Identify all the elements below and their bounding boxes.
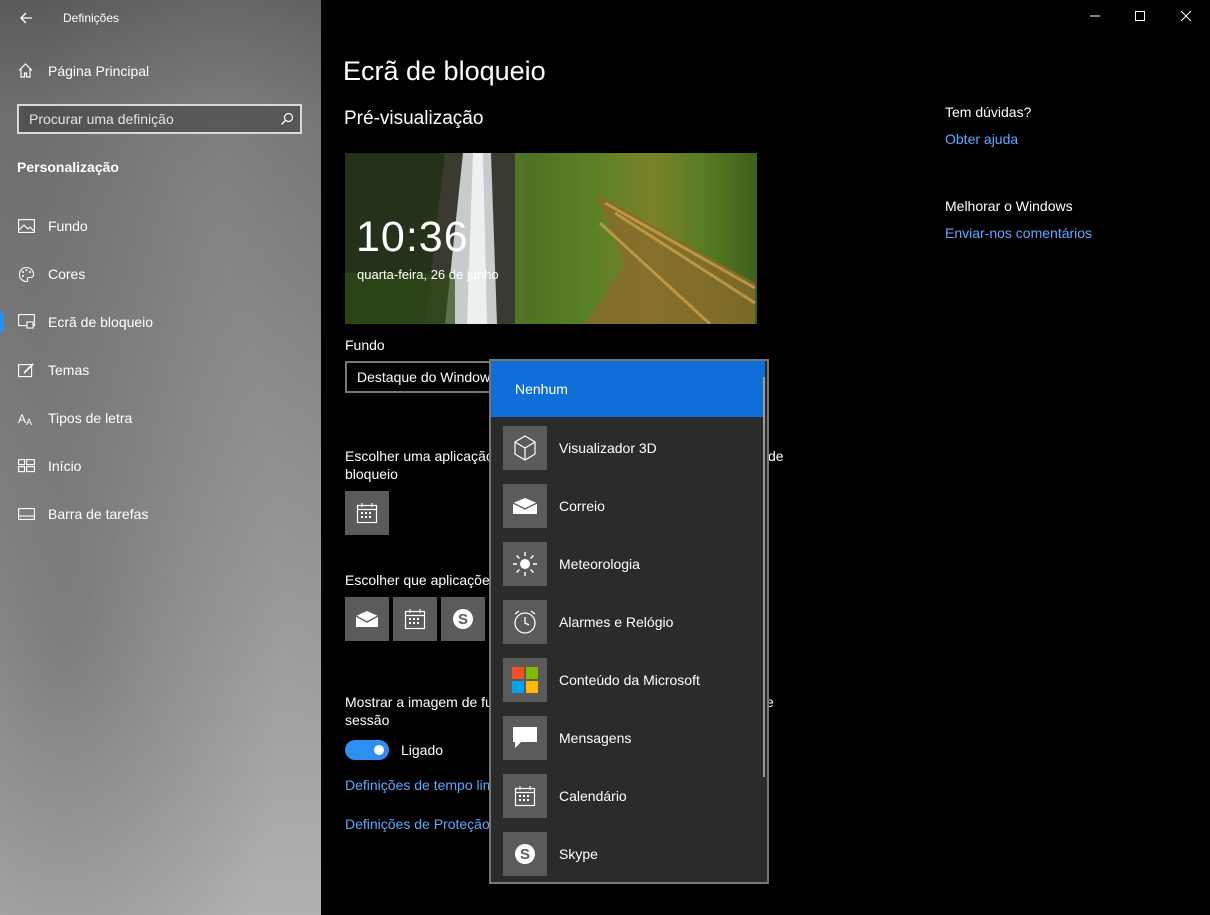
- calendar-icon: [356, 503, 378, 524]
- back-button[interactable]: [14, 6, 38, 30]
- svg-text:A: A: [18, 412, 26, 426]
- option-label: Conteúdo da Microsoft: [559, 672, 700, 688]
- quick-apps-label: Escolher que aplicações: [345, 572, 497, 588]
- dropdown-option[interactable]: Meteorologia: [491, 535, 765, 593]
- close-icon: [1180, 10, 1192, 22]
- option-label: Mensagens: [559, 730, 632, 746]
- show-background-label: Mostrar a imagem de fu: [345, 694, 493, 710]
- calendar-icon: [503, 774, 547, 818]
- detailed-app-label-line2: bloqueio: [345, 466, 398, 482]
- font-icon: AA: [17, 409, 35, 427]
- sidebar-item-label: Tipos de letra: [48, 410, 133, 426]
- feedback-link[interactable]: Enviar-nos comentários: [945, 225, 1092, 241]
- quick-app-skype-button[interactable]: S: [441, 597, 485, 641]
- 3d-viewer-icon: [503, 426, 547, 470]
- screen-timeout-link[interactable]: Definições de tempo lim: [345, 777, 494, 793]
- dropdown-scrollbar[interactable]: [763, 377, 765, 777]
- dropdown-option[interactable]: Conteúdo da Microsoft: [491, 651, 765, 709]
- screensaver-link[interactable]: Definições de Proteção: [345, 816, 490, 832]
- maximize-button[interactable]: [1117, 0, 1163, 32]
- skype-icon: S: [503, 832, 547, 876]
- back-arrow-icon: [20, 12, 32, 24]
- sidebar-item-label: Barra de tarefas: [48, 506, 149, 522]
- dropdown-option[interactable]: S Skype: [491, 825, 765, 882]
- picture-icon: [17, 217, 35, 235]
- brush-icon: [17, 361, 35, 379]
- option-label: Correio: [559, 498, 605, 514]
- sidebar-item-label: Fundo: [48, 218, 88, 234]
- sidebar-item-cores[interactable]: Cores: [0, 254, 321, 294]
- toggle-knob: [374, 745, 384, 755]
- palette-icon: [17, 265, 35, 283]
- svg-text:S: S: [520, 846, 530, 863]
- home-icon: [18, 63, 33, 78]
- lock-screen-icon: [17, 313, 35, 331]
- close-button[interactable]: [1163, 0, 1209, 32]
- section-label: Personalização: [17, 159, 119, 175]
- option-label: Alarmes e Relógio: [559, 614, 674, 630]
- sidebar-item-label: Início: [48, 458, 82, 474]
- detailed-app-label: Escolher uma aplicação: [345, 448, 494, 464]
- dropdown-option[interactable]: Visualizador 3D: [491, 419, 765, 477]
- dropdown-option-nenhum[interactable]: Nenhum: [491, 361, 765, 417]
- app-picker-dropdown[interactable]: Nenhum Visualizador 3D Correio Meteorolo…: [489, 359, 769, 884]
- help-question: Tem dúvidas?: [945, 104, 1032, 120]
- show-background-label-line2: sessão: [345, 712, 390, 728]
- mail-icon: [355, 611, 379, 627]
- option-label: Calendário: [559, 788, 627, 804]
- option-label: Meteorologia: [559, 556, 640, 572]
- sidebar-item-ecra-de-bloqueio[interactable]: Ecrã de bloqueio: [0, 302, 321, 342]
- svg-text:A: A: [26, 417, 32, 426]
- option-label: Visualizador 3D: [559, 440, 657, 456]
- sidebar-item-home[interactable]: Página Principal: [17, 62, 149, 79]
- taskbar-icon: [17, 505, 35, 523]
- sidebar-item-label: Cores: [48, 266, 86, 282]
- search-icon[interactable]: [274, 112, 300, 126]
- show-background-toggle[interactable]: [345, 740, 389, 760]
- skype-icon: S: [453, 609, 473, 629]
- sidebar-item-tipos-de-letra[interactable]: AA Tipos de letra: [0, 398, 321, 438]
- detailed-app-label-tail: de: [768, 448, 784, 464]
- sidebar-item-label: Temas: [48, 362, 90, 378]
- background-label: Fundo: [345, 337, 385, 353]
- preview-date: quarta-feira, 26 de junho: [357, 267, 499, 282]
- microsoft-logo-icon: [503, 658, 547, 702]
- page-title: Ecrã de bloqueio: [343, 56, 546, 86]
- get-help-link[interactable]: Obter ajuda: [945, 131, 1018, 147]
- sidebar-item-inicio[interactable]: Início: [0, 446, 321, 486]
- sidebar-item-label: Ecrã de bloqueio: [48, 314, 154, 330]
- messaging-icon: [503, 716, 547, 760]
- improve-windows-heading: Melhorar o Windows: [945, 198, 1073, 214]
- sidebar-item-fundo[interactable]: Fundo: [0, 206, 321, 246]
- lock-screen-preview: 10:36 quarta-feira, 26 de junho: [345, 153, 757, 324]
- maximize-icon: [1135, 11, 1145, 21]
- minimize-icon: [1090, 15, 1100, 17]
- dropdown-option[interactable]: Mensagens: [491, 709, 765, 767]
- calendar-icon: [404, 609, 426, 630]
- sidebar-item-barra-de-tarefas[interactable]: Barra de tarefas: [0, 494, 321, 534]
- dropdown-option[interactable]: Calendário: [491, 767, 765, 825]
- dropdown-option[interactable]: Alarmes e Relógio: [491, 593, 765, 651]
- alarm-clock-icon: [503, 600, 547, 644]
- sidebar-item-temas[interactable]: Temas: [0, 350, 321, 390]
- weather-icon: [503, 542, 547, 586]
- svg-text:S: S: [458, 611, 468, 628]
- detailed-app-calendar-button[interactable]: [345, 491, 389, 535]
- start-icon: [17, 457, 35, 475]
- quick-app-calendar-button[interactable]: [393, 597, 437, 641]
- preview-time: 10:36: [356, 213, 469, 261]
- sidebar: Definições Página Principal Personalizaç…: [0, 0, 321, 915]
- mail-icon: [503, 484, 547, 528]
- quick-app-mail-button[interactable]: [345, 597, 389, 641]
- dropdown-option[interactable]: Correio: [491, 477, 765, 535]
- search-box[interactable]: [17, 104, 302, 134]
- background-select[interactable]: Destaque do Windows: [345, 361, 495, 393]
- minimize-button[interactable]: [1072, 0, 1118, 32]
- option-label: Skype: [559, 846, 598, 862]
- home-label: Página Principal: [48, 62, 150, 79]
- preview-heading: Pré-visualização: [344, 108, 484, 129]
- toggle-state-label: Ligado: [401, 742, 444, 758]
- window-title: Definições: [63, 11, 120, 25]
- search-input[interactable]: [19, 110, 274, 128]
